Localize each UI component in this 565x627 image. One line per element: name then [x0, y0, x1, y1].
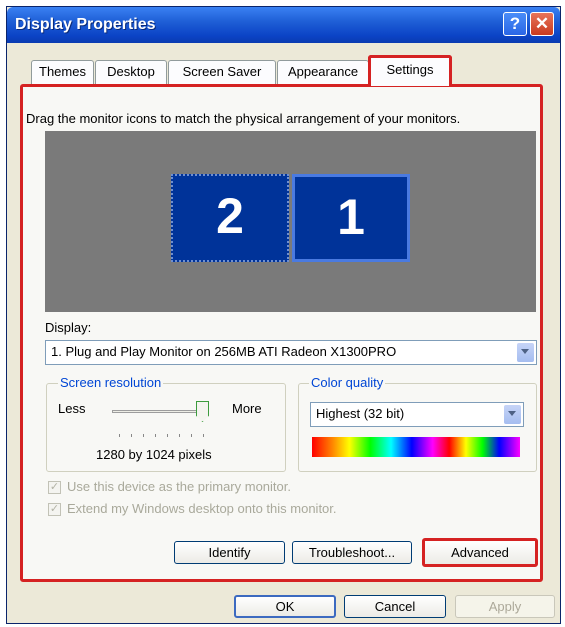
cancel-button[interactable]: Cancel	[344, 595, 446, 618]
slider-tick	[167, 434, 168, 437]
close-icon[interactable]: ✕	[530, 12, 554, 36]
title-bar[interactable]: Display Properties ? ✕	[7, 7, 560, 43]
window-title: Display Properties	[15, 16, 156, 33]
slider-tick	[155, 434, 156, 437]
slider-tick	[119, 434, 120, 437]
screen-resolution-legend: Screen resolution	[58, 375, 164, 390]
display-label: Display:	[45, 320, 92, 335]
color-quality-select[interactable]: Highest (32 bit)	[310, 402, 524, 427]
monitor-arrangement-area	[45, 131, 536, 312]
tab-settings[interactable]: Settings	[368, 55, 452, 86]
advanced-button[interactable]: Advanced	[422, 538, 538, 567]
resolution-slider-track[interactable]	[112, 410, 207, 413]
monitor-2-icon[interactable]: 2	[171, 174, 289, 262]
display-select-value: 1. Plug and Play Monitor on 256MB ATI Ra…	[51, 344, 397, 359]
primary-monitor-label: Use this device as the primary monitor.	[67, 479, 291, 494]
resolution-value: 1280 by 1024 pixels	[96, 447, 212, 462]
resolution-more-label: More	[232, 401, 262, 416]
help-icon[interactable]: ?	[503, 12, 527, 36]
slider-tick	[191, 434, 192, 437]
monitor-1-icon[interactable]: 1	[292, 174, 410, 262]
ok-button[interactable]: OK	[234, 595, 336, 618]
tab-desktop[interactable]: Desktop	[95, 60, 167, 84]
tab-screen-saver[interactable]: Screen Saver	[168, 60, 276, 84]
color-quality-legend: Color quality	[309, 375, 386, 390]
color-quality-value: Highest (32 bit)	[316, 406, 405, 421]
extend-desktop-label: Extend my Windows desktop onto this moni…	[67, 501, 337, 516]
color-spectrum-bar	[312, 437, 520, 457]
tab-appearance[interactable]: Appearance	[277, 60, 369, 84]
tab-themes[interactable]: Themes	[31, 60, 94, 84]
apply-button[interactable]: Apply	[455, 595, 555, 618]
extend-desktop-checkbox[interactable]: ✓	[48, 503, 61, 516]
identify-button[interactable]: Identify	[174, 541, 285, 564]
primary-monitor-checkbox[interactable]: ✓	[48, 481, 61, 494]
chevron-down-icon[interactable]	[517, 343, 534, 362]
color-quality-group	[298, 383, 537, 472]
chevron-down-icon[interactable]	[504, 405, 521, 424]
slider-tick	[203, 434, 204, 437]
instruction-text: Drag the monitor icons to match the phys…	[26, 111, 461, 126]
troubleshoot-button[interactable]: Troubleshoot...	[292, 541, 412, 564]
display-select[interactable]: 1. Plug and Play Monitor on 256MB ATI Ra…	[45, 340, 537, 365]
slider-tick	[143, 434, 144, 437]
slider-tick	[179, 434, 180, 437]
slider-tick	[131, 434, 132, 437]
resolution-less-label: Less	[58, 401, 86, 416]
